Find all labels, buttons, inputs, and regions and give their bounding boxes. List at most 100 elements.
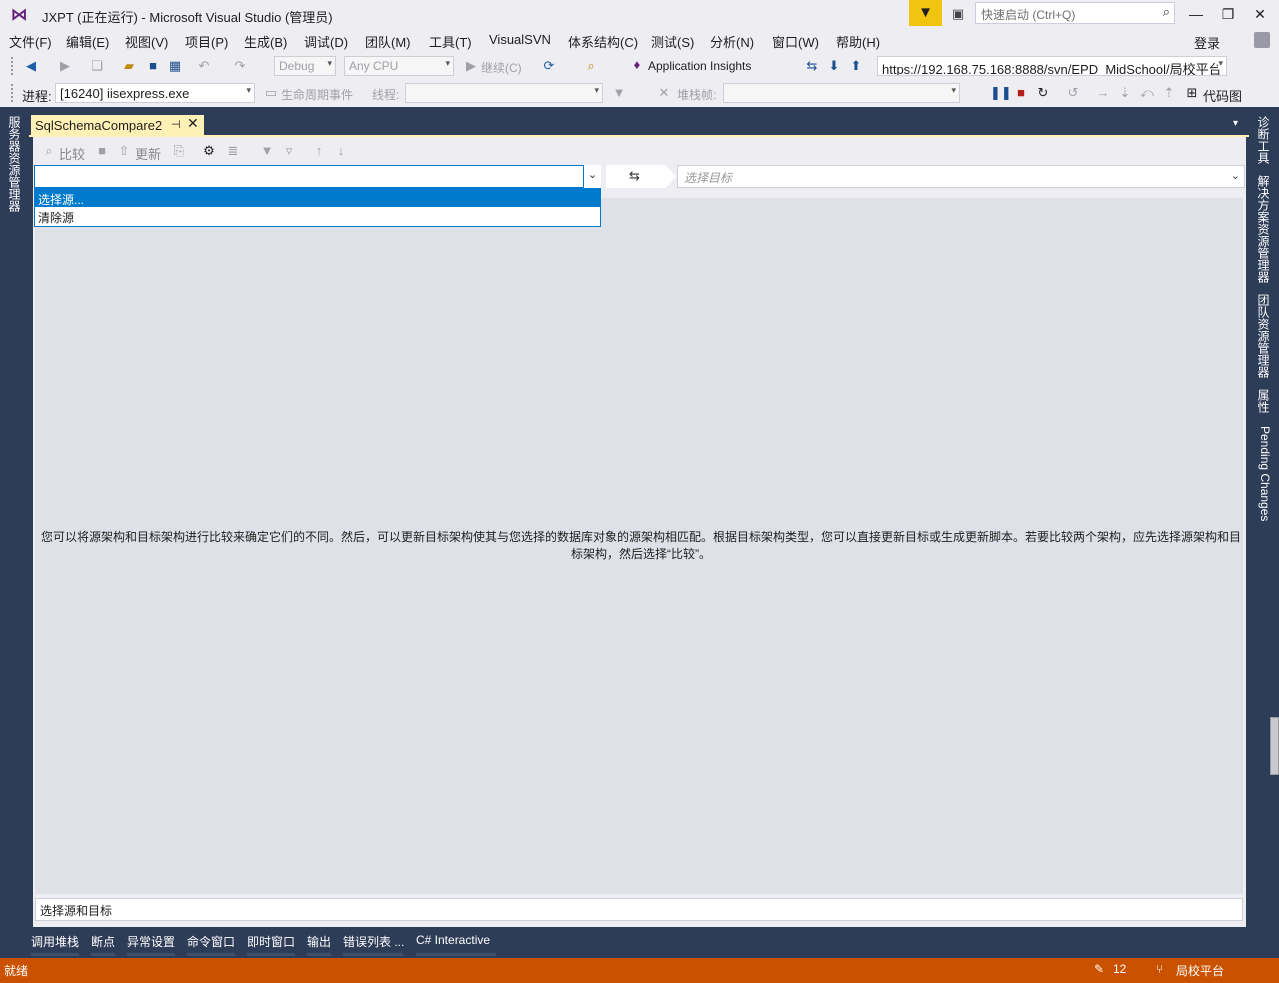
close-window-button[interactable]: ✕ bbox=[1244, 2, 1276, 26]
lightbulb-icon[interactable]: ♦ bbox=[628, 56, 646, 74]
stack-frame-select[interactable]: ▾ bbox=[723, 83, 960, 103]
filter-icon[interactable]: ▼ bbox=[610, 84, 628, 102]
server-explorer-tab[interactable]: 服务器资源管理器 bbox=[5, 116, 23, 212]
swap-icon[interactable]: ⇆ bbox=[629, 168, 640, 184]
close-tab-icon[interactable]: ✕ bbox=[187, 115, 199, 132]
solution-explorer-tab[interactable]: 解决方案资源管理器 bbox=[1254, 175, 1272, 283]
chevron-down-icon[interactable]: ⌄ bbox=[583, 165, 601, 188]
select-source-option[interactable]: 选择源... bbox=[35, 189, 600, 207]
lifecycle-events-button[interactable]: 生命周期事件 bbox=[281, 86, 353, 103]
menu-file[interactable]: 文件(F) bbox=[9, 32, 52, 51]
pin-icon[interactable]: ⊣ bbox=[171, 118, 181, 131]
find-in-files-icon[interactable]: ⌕ bbox=[582, 57, 600, 75]
menu-build[interactable]: 生成(B) bbox=[244, 32, 287, 51]
code-map-icon[interactable]: ⊞ bbox=[1183, 84, 1201, 102]
account-icon[interactable] bbox=[1254, 32, 1270, 48]
feedback-icon[interactable]: ▣ bbox=[948, 4, 968, 24]
tab-breakpoints[interactable]: 断点 bbox=[91, 933, 115, 950]
update-icon[interactable]: ⇧ bbox=[115, 142, 133, 160]
previous-change-icon[interactable]: ↑ bbox=[310, 142, 328, 160]
menu-edit[interactable]: 编辑(E) bbox=[66, 32, 109, 51]
target-select[interactable]: 选择目标 ⌄ bbox=[677, 165, 1245, 188]
team-explorer-tab[interactable]: 团队资源管理器 bbox=[1254, 294, 1272, 378]
svn-log-icon[interactable]: ⇆ bbox=[803, 57, 821, 75]
platform-select[interactable]: Any CPU ▾ bbox=[344, 56, 454, 76]
quick-launch-input[interactable]: 快速启动 (Ctrl+Q) ⌕ bbox=[975, 2, 1175, 24]
undo-icon[interactable]: ↶ bbox=[195, 57, 213, 75]
menu-window[interactable]: 窗口(W) bbox=[772, 32, 819, 51]
repository-name[interactable]: 局校平台 bbox=[1176, 962, 1224, 979]
tab-call-stack[interactable]: 调用堆栈 bbox=[31, 933, 79, 950]
tab-list-dropdown-icon[interactable]: ▾ bbox=[1233, 118, 1238, 129]
clear-filter-icon[interactable]: ▿ bbox=[280, 142, 298, 160]
tab-command-window[interactable]: 命令窗口 bbox=[187, 933, 235, 950]
lifecycle-events-icon[interactable]: ▭ bbox=[262, 84, 280, 102]
source-select[interactable] bbox=[34, 165, 601, 188]
options-gear-icon[interactable]: ⚙ bbox=[200, 142, 218, 160]
scrollbar-thumb[interactable] bbox=[1270, 717, 1279, 775]
application-insights-button[interactable]: Application Insights bbox=[648, 59, 751, 73]
svn-update-icon[interactable]: ⬇ bbox=[825, 57, 843, 75]
menu-project[interactable]: 项目(P) bbox=[185, 32, 228, 51]
show-next-statement-icon[interactable]: ↺ bbox=[1064, 84, 1082, 102]
diagnostic-tools-tab[interactable]: 诊断工具 bbox=[1254, 116, 1272, 164]
filter-icon[interactable]: ▼ bbox=[258, 142, 276, 160]
forward-icon[interactable]: ▶ bbox=[56, 57, 74, 75]
tab-immediate-window[interactable]: 即时窗口 bbox=[247, 933, 295, 950]
menu-view[interactable]: 视图(V) bbox=[125, 32, 168, 51]
stop-compare-icon[interactable]: ■ bbox=[93, 142, 111, 160]
properties-tab[interactable]: 属性 bbox=[1254, 389, 1272, 413]
menu-help[interactable]: 帮助(H) bbox=[836, 32, 880, 51]
restart-icon[interactable]: ↻ bbox=[1034, 84, 1052, 102]
notification-filter-icon[interactable]: ▼ bbox=[909, 0, 942, 26]
tab-exception-settings[interactable]: 异常设置 bbox=[127, 933, 175, 950]
menu-visualsvn[interactable]: VisualSVN bbox=[489, 32, 551, 47]
sign-in-link[interactable]: 登录 bbox=[1194, 33, 1220, 52]
update-button[interactable]: 更新 bbox=[135, 144, 161, 163]
compare-icon[interactable]: ⌕ bbox=[40, 142, 58, 160]
svn-url-select[interactable]: https://192.168.75.168:8888/svn/EPD_MidS… bbox=[877, 56, 1227, 76]
back-icon[interactable]: ◀ bbox=[22, 57, 40, 75]
clear-filter-icon[interactable]: ✕ bbox=[655, 84, 673, 102]
step-out-icon[interactable]: ⤺ bbox=[1138, 84, 1156, 102]
step-into-icon[interactable]: → bbox=[1094, 84, 1112, 102]
maximize-button[interactable]: ❐ bbox=[1212, 2, 1244, 26]
process-select[interactable]: [16240] iisexpress.exe ▾ bbox=[55, 83, 255, 103]
code-map-button[interactable]: 代码图 bbox=[1203, 86, 1242, 105]
pause-icon[interactable]: ❚❚ bbox=[990, 84, 1012, 102]
svn-commit-icon[interactable]: ⬆ bbox=[847, 57, 865, 75]
open-folder-icon[interactable]: ▰ bbox=[120, 57, 138, 75]
continue-play-icon[interactable]: ▶ bbox=[462, 57, 480, 75]
menu-team[interactable]: 团队(M) bbox=[365, 32, 411, 51]
tab-error-list[interactable]: 错误列表 ... bbox=[343, 933, 404, 950]
clear-source-option[interactable]: 清除源 bbox=[35, 207, 600, 225]
menu-analyze[interactable]: 分析(N) bbox=[710, 32, 754, 51]
step-up-icon[interactable]: ⇡ bbox=[1160, 84, 1178, 102]
new-project-icon[interactable]: ❏ bbox=[88, 57, 106, 75]
menu-tools[interactable]: 工具(T) bbox=[429, 32, 472, 51]
minimize-button[interactable]: — bbox=[1180, 2, 1212, 26]
pending-changes-count[interactable]: 12 bbox=[1113, 962, 1126, 976]
save-all-icon[interactable]: ▦ bbox=[166, 57, 184, 75]
menu-architecture[interactable]: 体系结构(C) bbox=[568, 32, 638, 51]
redo-icon[interactable]: ↷ bbox=[231, 57, 249, 75]
continue-button[interactable]: 继续(C) bbox=[481, 59, 522, 76]
group-by-icon[interactable]: ≣ bbox=[224, 142, 242, 160]
stop-icon[interactable]: ■ bbox=[1012, 84, 1030, 102]
menu-debug[interactable]: 调试(D) bbox=[304, 32, 348, 51]
toolbar-grip[interactable] bbox=[11, 84, 15, 102]
thread-select[interactable]: ▾ bbox=[405, 83, 603, 103]
menu-test[interactable]: 测试(S) bbox=[651, 32, 694, 51]
save-icon[interactable]: ■ bbox=[144, 57, 162, 75]
compare-button[interactable]: 比较 bbox=[59, 144, 85, 163]
step-over-icon[interactable]: ⇣ bbox=[1116, 84, 1134, 102]
pending-changes-tab[interactable]: Pending Changes bbox=[1254, 426, 1272, 521]
generate-script-icon[interactable]: ⎘ bbox=[170, 142, 188, 160]
toolbar-grip[interactable] bbox=[11, 57, 15, 75]
tab-csharp-interactive[interactable]: C# Interactive bbox=[416, 933, 490, 947]
tab-output[interactable]: 输出 bbox=[307, 933, 331, 950]
next-change-icon[interactable]: ↓ bbox=[332, 142, 350, 160]
tab-underline bbox=[343, 953, 403, 956]
refresh-icon[interactable]: ⟳ bbox=[540, 57, 558, 75]
config-select[interactable]: Debug ▾ bbox=[274, 56, 336, 76]
